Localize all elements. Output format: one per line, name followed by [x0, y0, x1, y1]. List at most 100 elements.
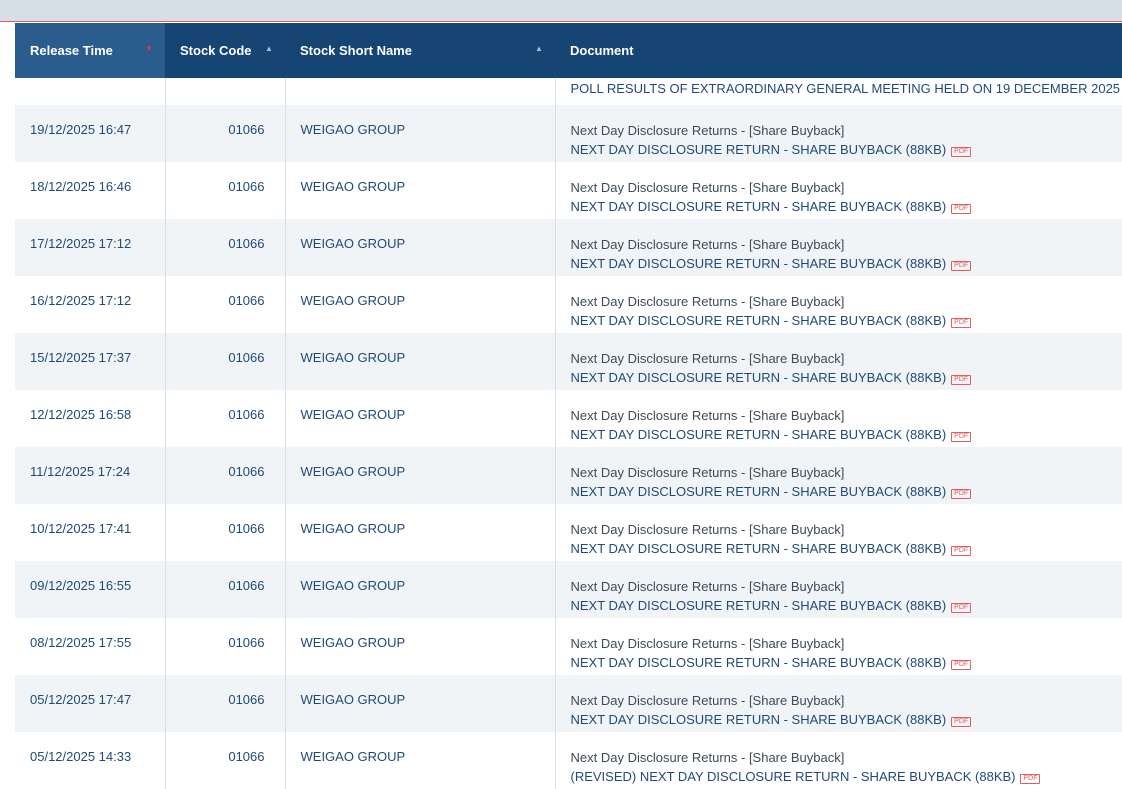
stock-name-link[interactable]: WEIGAO GROUP [301, 635, 406, 650]
document-link[interactable]: NEXT DAY DISCLOSURE RETURN - SHARE BUYBA… [571, 710, 947, 730]
stock-code-cell: 01066 [165, 333, 286, 390]
stock-code-link[interactable]: 01066 [228, 521, 264, 536]
document-link[interactable]: NEXT DAY DISCLOSURE RETURN - SHARE BUYBA… [571, 140, 947, 160]
document-link[interactable]: (REVISED) NEXT DAY DISCLOSURE RETURN - S… [571, 767, 1016, 787]
stock-name-cell: WEIGAO GROUP [285, 276, 556, 333]
table-row: 08/12/2025 17:55 01066 WEIGAO GROUP Next Da… [15, 618, 1122, 675]
document-link[interactable]: NEXT DAY DISCLOSURE RETURN - SHARE BUYBA… [571, 425, 947, 445]
column-header-stock-code[interactable]: Stock Code ▲ [165, 23, 285, 78]
stock-name-cell: WEIGAO GROUP [285, 105, 556, 162]
stock-name-cell: WEIGAO GROUP [285, 390, 556, 447]
pdf-icon[interactable]: PDF [951, 147, 972, 157]
release-time: 12/12/2025 16:58 [30, 407, 132, 422]
stock-code-link[interactable]: 01066 [228, 122, 264, 137]
release-time: 05/12/2025 14:33 [30, 749, 132, 764]
pdf-icon[interactable]: PDF [951, 432, 972, 442]
stock-name-link[interactable]: WEIGAO GROUP [301, 179, 406, 194]
stock-name-link[interactable]: WEIGAO GROUP [301, 407, 406, 422]
document-link[interactable]: NEXT DAY DISCLOSURE RETURN - SHARE BUYBA… [571, 482, 947, 502]
stock-name-link[interactable]: WEIGAO GROUP [301, 749, 406, 764]
pdf-icon[interactable]: PDF [951, 603, 972, 613]
stock-code-link[interactable]: 01066 [228, 464, 264, 479]
stock-code-link[interactable]: 01066 [228, 635, 264, 650]
pdf-icon[interactable]: PDF [951, 261, 972, 271]
announcements-table-container: Release Time ▼ Stock Code ▲ Stock Short … [15, 23, 1122, 789]
pdf-icon[interactable]: PDF [951, 204, 972, 214]
pdf-icon[interactable]: PDF [1020, 774, 1041, 784]
stock-name-link[interactable]: WEIGAO GROUP [301, 236, 406, 251]
release-time-cell: 10/12/2025 17:41 [15, 504, 166, 561]
pdf-icon[interactable]: PDF [951, 375, 972, 385]
stock-code-cell: 01066 [165, 276, 286, 333]
table-header-row: Release Time ▼ Stock Code ▲ Stock Short … [15, 23, 1122, 78]
stock-name-link[interactable]: WEIGAO GROUP [301, 464, 406, 479]
document-cell: POLL RESULTS OF EXTRAORDINARY GENERAL ME… [555, 78, 1122, 105]
document-category: Next Day Disclosure Returns - [Share Buy… [570, 237, 845, 252]
column-header-stock-short-name[interactable]: Stock Short Name ▲ [285, 23, 555, 78]
document-cell: Next Day Disclosure Returns - [Share Buy… [555, 561, 1122, 618]
stock-name-link[interactable]: WEIGAO GROUP [301, 578, 406, 593]
document-link[interactable]: NEXT DAY DISCLOSURE RETURN - SHARE BUYBA… [571, 596, 947, 616]
stock-name-link[interactable]: WEIGAO GROUP [301, 122, 406, 137]
document-link[interactable]: NEXT DAY DISCLOSURE RETURN - SHARE BUYBA… [571, 368, 947, 388]
column-header-label: Release Time [30, 43, 113, 58]
stock-code-cell: 01066 [165, 675, 286, 732]
document-category: Next Day Disclosure Returns - [Share Buy… [570, 636, 845, 651]
document-category: Next Day Disclosure Returns - [Share Buy… [570, 579, 845, 594]
document-cell: Next Day Disclosure Returns - [Share Buy… [555, 162, 1122, 219]
stock-name-link[interactable]: WEIGAO GROUP [301, 293, 406, 308]
column-header-document: Document [555, 23, 1122, 78]
stock-name-cell [285, 78, 556, 105]
stock-name-cell: WEIGAO GROUP [285, 732, 556, 789]
stock-code-link[interactable]: 01066 [228, 293, 264, 308]
stock-code-link[interactable]: 01066 [228, 179, 264, 194]
document-link[interactable]: NEXT DAY DISCLOSURE RETURN - SHARE BUYBA… [571, 254, 947, 274]
stock-name-link[interactable]: WEIGAO GROUP [301, 521, 406, 536]
table-row: 17/12/2025 17:12 01066 WEIGAO GROUP Next Da… [15, 219, 1122, 276]
document-cell: Next Day Disclosure Returns - [Share Buy… [555, 333, 1122, 390]
stock-code-link[interactable]: 01066 [228, 749, 264, 764]
stock-name-cell: WEIGAO GROUP [285, 561, 556, 618]
stock-code-link[interactable]: 01066 [228, 407, 264, 422]
pdf-icon[interactable]: PDF [951, 546, 972, 556]
release-time-cell: 11/12/2025 17:24 [15, 447, 166, 504]
stock-code-link[interactable]: 01066 [228, 236, 264, 251]
stock-name-link[interactable]: WEIGAO GROUP [301, 692, 406, 707]
table-row: 19/12/2025 16:47 01066 WEIGAO GROUP Next Da… [15, 105, 1122, 162]
table-row: POLL RESULTS OF EXTRAORDINARY GENERAL ME… [15, 78, 1122, 105]
pdf-icon[interactable]: PDF [951, 660, 972, 670]
stock-name-link[interactable]: WEIGAO GROUP [301, 350, 406, 365]
column-header-label: Stock Short Name [300, 43, 412, 58]
stock-code-cell: 01066 [165, 105, 286, 162]
pdf-icon[interactable]: PDF [951, 489, 972, 499]
sort-ascending-icon: ▲ [535, 44, 543, 53]
document-link[interactable]: NEXT DAY DISCLOSURE RETURN - SHARE BUYBA… [571, 539, 947, 559]
stock-code-cell: 01066 [165, 618, 286, 675]
release-time: 19/12/2025 16:47 [30, 122, 132, 137]
document-link[interactable]: NEXT DAY DISCLOSURE RETURN - SHARE BUYBA… [571, 311, 947, 331]
document-category: Next Day Disclosure Returns - [Share Buy… [570, 522, 845, 537]
column-header-release-time[interactable]: Release Time ▼ [15, 23, 165, 78]
document-link[interactable]: NEXT DAY DISCLOSURE RETURN - SHARE BUYBA… [571, 197, 947, 217]
column-header-label: Document [570, 43, 634, 58]
release-time-cell: 08/12/2025 17:55 [15, 618, 166, 675]
document-category: Next Day Disclosure Returns - [Share Buy… [570, 693, 845, 708]
document-link[interactable]: POLL RESULTS OF EXTRAORDINARY GENERAL ME… [571, 79, 1121, 99]
document-category: Next Day Disclosure Returns - [Share Buy… [570, 750, 845, 765]
stock-code-link[interactable]: 01066 [228, 578, 264, 593]
release-time: 16/12/2025 17:12 [30, 293, 132, 308]
release-time: 17/12/2025 17:12 [30, 236, 132, 251]
release-time-cell: 17/12/2025 17:12 [15, 219, 166, 276]
release-time: 05/12/2025 17:47 [30, 692, 132, 707]
stock-code-link[interactable]: 01066 [228, 692, 264, 707]
release-time-cell: 15/12/2025 17:37 [15, 333, 166, 390]
pdf-icon[interactable]: PDF [951, 318, 972, 328]
document-category: Next Day Disclosure Returns - [Share Buy… [570, 123, 845, 138]
document-category: Next Day Disclosure Returns - [Share Buy… [570, 294, 845, 309]
pdf-icon[interactable]: PDF [951, 717, 972, 727]
stock-name-cell: WEIGAO GROUP [285, 504, 556, 561]
document-link[interactable]: NEXT DAY DISCLOSURE RETURN - SHARE BUYBA… [571, 653, 947, 673]
document-category: Next Day Disclosure Returns - [Share Buy… [570, 408, 845, 423]
column-header-label: Stock Code [180, 43, 252, 58]
stock-code-link[interactable]: 01066 [228, 350, 264, 365]
